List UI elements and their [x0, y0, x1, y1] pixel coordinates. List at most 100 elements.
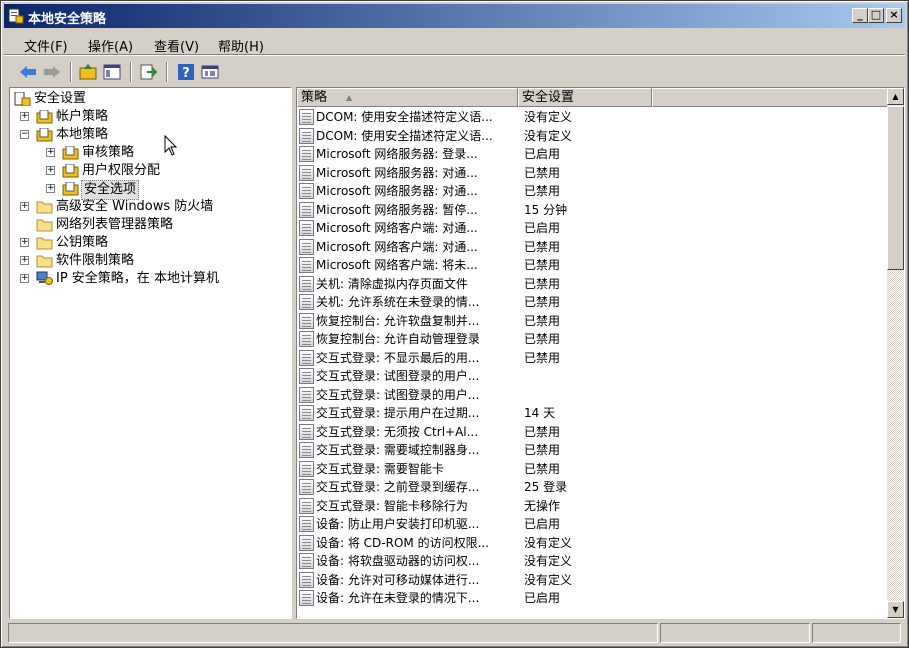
export-list-icon[interactable] — [138, 62, 158, 82]
menu-file[interactable]: 文件(F) — [24, 36, 68, 55]
table-row[interactable]: 交互式登录: 智能卡移除行为 无操作 — [297, 497, 886, 515]
table-row[interactable]: 交互式登录: 无须按 Ctrl+Al... 已禁用 — [297, 423, 886, 441]
folder-icon — [36, 237, 53, 250]
table-row[interactable]: DCOM: 使用安全描述符定义语... 没有定义 — [297, 127, 886, 145]
tree-item-security-options[interactable]: + 安全选项 — [10, 180, 290, 200]
tree-item-software-restriction[interactable]: + 软件限制策略 — [10, 252, 290, 270]
up-folder-icon[interactable] — [78, 62, 98, 82]
table-row[interactable]: 交互式登录: 需要智能卡 已禁用 — [297, 460, 886, 478]
table-row[interactable]: DCOM: 使用安全描述符定义语... 没有定义 — [297, 108, 886, 126]
close-button[interactable]: × — [886, 8, 902, 23]
table-row[interactable]: 交互式登录: 提示用户在过期... 14 天 — [297, 404, 886, 422]
scroll-thumb[interactable] — [887, 106, 904, 270]
table-row[interactable]: 交互式登录: 需要域控制器身... 已禁用 — [297, 441, 886, 459]
scroll-up-button[interactable]: ▲ — [887, 88, 904, 105]
table-row[interactable]: 关机: 允许系统在未登录的情... 已禁用 — [297, 293, 886, 311]
policy-document-icon — [299, 183, 314, 199]
maximize-button[interactable]: □ — [868, 8, 884, 23]
expand-icon[interactable]: + — [46, 148, 55, 157]
tree-item-local-policies[interactable]: − 本地策略 — [10, 126, 290, 144]
policy-name: 交互式登录: 需要智能卡 — [316, 461, 444, 476]
expand-icon[interactable]: + — [20, 274, 29, 283]
policy-folder-icon — [62, 164, 79, 178]
column-header-empty[interactable] — [652, 88, 888, 107]
policy-setting: 已禁用 — [524, 295, 561, 309]
policy-name: DCOM: 使用安全描述符定义语... — [316, 110, 493, 124]
tree-label: 本地策略 — [56, 127, 109, 142]
policy-setting: 已禁用 — [524, 332, 561, 346]
menu-bar: 文件(F) 操作(A) 查看(V) 帮助(H) — [4, 31, 905, 55]
table-row[interactable]: Microsoft 网络服务器: 暂停... 15 分钟 — [297, 201, 886, 219]
folder-icon — [36, 201, 53, 214]
table-row[interactable]: Microsoft 网络客户端: 对通... 已禁用 — [297, 238, 886, 256]
menu-action[interactable]: 操作(A) — [88, 36, 133, 55]
policy-setting: 已禁用 — [524, 239, 561, 254]
policy-name: 关机: 清除虚拟内存页面文件 — [316, 276, 468, 291]
scroll-down-button[interactable]: ▼ — [887, 601, 904, 618]
mouse-cursor-icon — [164, 135, 178, 156]
table-row[interactable]: Microsoft 网络服务器: 对通... 已禁用 — [297, 182, 886, 200]
table-row[interactable]: 交互式登录: 之前登录到缓存... 25 登录 — [297, 478, 886, 496]
properties-icon[interactable] — [200, 62, 220, 82]
toolbar-separator — [130, 62, 132, 82]
expand-icon[interactable]: + — [46, 166, 55, 175]
table-row[interactable]: 设备: 将 CD-ROM 的访问权限... 没有定义 — [297, 534, 886, 552]
tree-label: 帐户策略 — [56, 109, 109, 124]
table-row[interactable]: Microsoft 网络服务器: 对通... 已禁用 — [297, 164, 886, 182]
help-icon[interactable]: ? — [176, 62, 196, 82]
table-row[interactable]: 交互式登录: 不显示最后的用... 已禁用 — [297, 349, 886, 367]
table-row[interactable]: Microsoft 网络客户端: 对通... 已启用 — [297, 219, 886, 237]
collapse-icon[interactable]: − — [20, 130, 29, 139]
tree-item-network-list[interactable]: 网络列表管理器策略 — [10, 216, 290, 234]
table-row[interactable]: Microsoft 网络服务器: 登录... 已启用 — [297, 145, 886, 163]
expand-icon[interactable]: + — [20, 238, 29, 247]
forward-icon[interactable] — [42, 62, 62, 82]
menu-view[interactable]: 查看(V) — [154, 36, 199, 55]
tree-item-audit-policy[interactable]: + 审核策略 — [10, 144, 290, 162]
policy-name: 交互式登录: 之前登录到缓存... — [316, 480, 480, 494]
details-pane[interactable]: 策略 ▲ 安全设置 DCOM: 使用安全描述符定义语... 没有定义 DCOM: 使… — [296, 87, 905, 619]
tree-item-public-key[interactable]: + 公钥策略 — [10, 234, 290, 252]
menu-help[interactable]: 帮助(H) — [218, 36, 264, 55]
table-row[interactable]: 交互式登录: 试图登录的用户... — [297, 386, 886, 404]
expand-icon[interactable]: + — [20, 112, 29, 121]
tree-label: 公钥策略 — [56, 235, 109, 250]
tree-item-windows-firewall[interactable]: + 高级安全 Windows 防火墙 — [10, 198, 290, 216]
tree-item-ip-security[interactable]: + IP 安全策略，在 本地计算机 — [10, 270, 290, 288]
column-header-setting[interactable]: 安全设置 — [518, 88, 652, 107]
minimize-button[interactable]: _ — [852, 8, 868, 23]
table-row[interactable]: 恢复控制台: 允许自动管理登录 已禁用 — [297, 330, 886, 348]
show-hide-tree-icon[interactable] — [102, 62, 122, 82]
table-row[interactable]: 关机: 清除虚拟内存页面文件 已禁用 — [297, 275, 886, 293]
policy-name: 交互式登录: 无须按 Ctrl+Al... — [316, 424, 479, 439]
tree-item-security-settings[interactable]: 安全设置 — [10, 90, 290, 108]
policy-document-icon — [299, 331, 314, 347]
back-icon[interactable] — [18, 62, 38, 82]
tree-item-account-policies[interactable]: + 帐户策略 — [10, 108, 290, 126]
table-row[interactable]: 恢复控制台: 允许软盘复制并... 已禁用 — [297, 312, 886, 330]
table-row[interactable]: Microsoft 网络客户端: 将未... 已禁用 — [297, 256, 886, 274]
main-window: 本地安全策略 _ □ × 文件(F) 操作(A) 查看(V) 帮助(H) ? 安… — [0, 0, 909, 648]
policy-setting: 已启用 — [524, 517, 561, 531]
title-bar[interactable]: 本地安全策略 _ □ × — [4, 4, 905, 28]
table-row[interactable]: 设备: 将软盘驱动器的访问权... 没有定义 — [297, 552, 886, 570]
policy-setting: 已禁用 — [524, 258, 561, 272]
expand-icon[interactable]: + — [46, 184, 55, 193]
vertical-scrollbar[interactable]: ▲ ▼ — [887, 88, 904, 618]
table-row[interactable]: 设备: 防止用户安装打印机驱... 已启用 — [297, 515, 886, 533]
expand-icon[interactable]: + — [20, 256, 29, 265]
tree-item-user-rights[interactable]: + 用户权限分配 — [10, 162, 290, 180]
table-row[interactable]: 设备: 允许在未登录的情况下... 已启用 — [297, 589, 886, 607]
console-tree[interactable]: 安全设置 + 帐户策略 − 本地策略 + 审核策略 + 用户权限分配 + 安全选… — [9, 87, 292, 619]
column-header-policy[interactable]: 策略 ▲ — [297, 88, 518, 107]
expand-icon[interactable]: + — [20, 202, 29, 211]
policy-name: DCOM: 使用安全描述符定义语... — [316, 128, 493, 143]
table-row[interactable]: 交互式登录: 试图登录的用户... — [297, 367, 886, 385]
policy-name: 设备: 将软盘驱动器的访问权... — [316, 554, 480, 568]
policy-folder-icon — [36, 110, 53, 124]
status-bar — [4, 622, 905, 644]
table-row[interactable]: 设备: 允许对可移动媒体进行... 没有定义 — [297, 571, 886, 589]
policy-name: Microsoft 网络客户端: 对通... — [316, 221, 478, 235]
policy-setting: 已禁用 — [524, 461, 561, 476]
policy-setting: 已启用 — [524, 147, 561, 161]
